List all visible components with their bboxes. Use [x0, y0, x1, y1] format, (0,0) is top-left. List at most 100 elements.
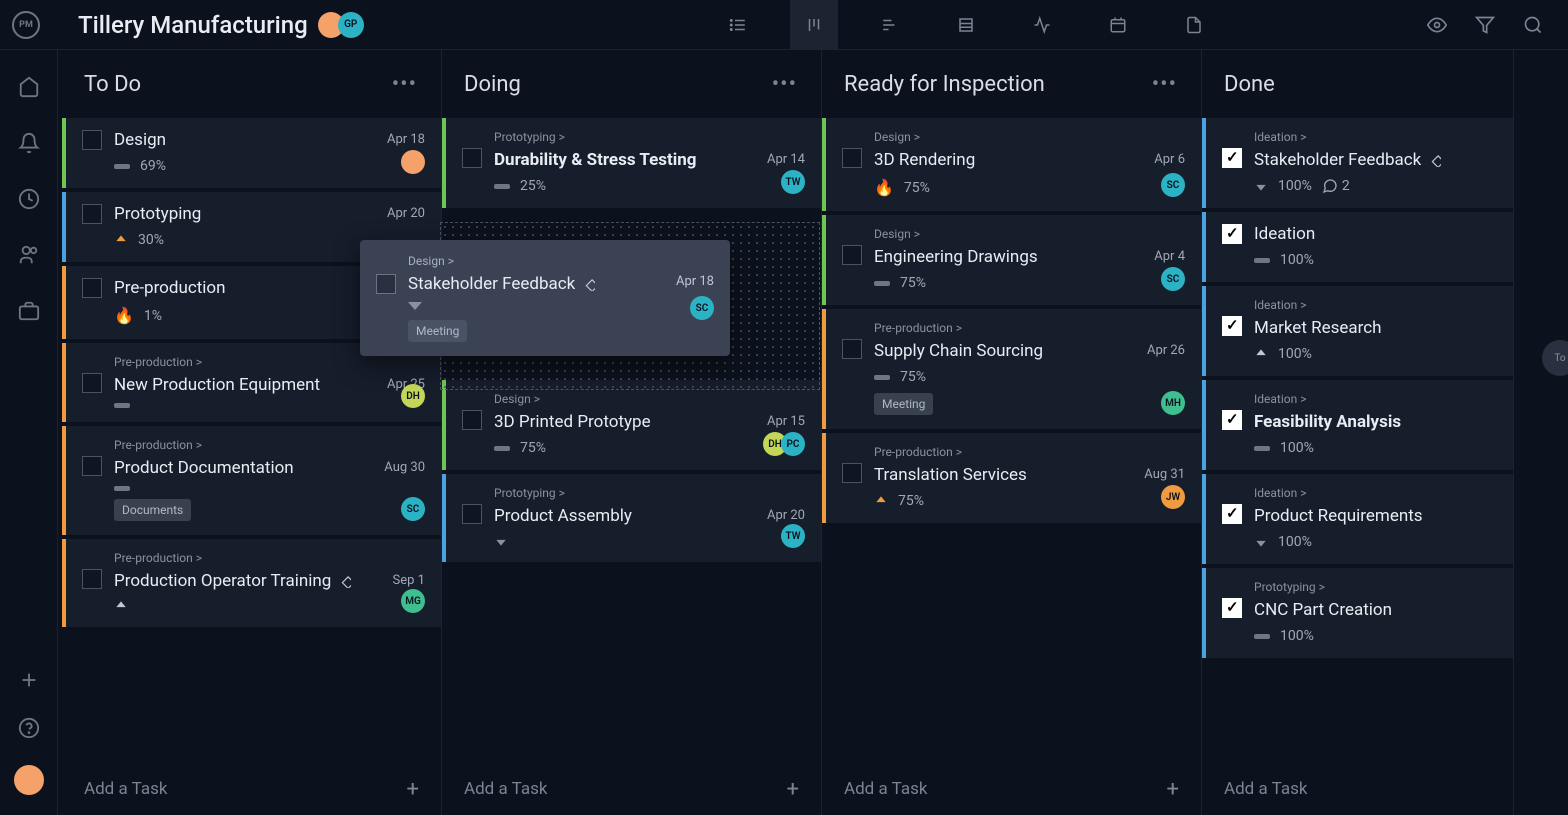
task-meta — [114, 486, 425, 491]
home-icon[interactable] — [18, 76, 40, 98]
activity-view-icon[interactable] — [1018, 0, 1066, 50]
task-checkbox[interactable] — [842, 245, 862, 265]
task-card[interactable]: Ideation 100% — [1202, 212, 1513, 282]
add-task-button[interactable]: Add a Task + — [822, 763, 1201, 815]
task-card[interactable]: Prototyping CNC Part Creation 100% — [1202, 568, 1513, 658]
visibility-icon[interactable] — [1418, 0, 1456, 50]
profile-avatar[interactable] — [14, 765, 44, 795]
comments-count[interactable]: 2 — [1322, 178, 1350, 194]
task-checkbox[interactable] — [462, 410, 482, 430]
task-card[interactable]: Ideation Feasibility Analysis 100% — [1202, 380, 1513, 470]
task-progress: 75% — [900, 369, 926, 385]
progress-indicator — [494, 446, 510, 451]
task-date: Aug 30 — [384, 460, 425, 475]
app-logo[interactable]: PM — [12, 11, 40, 39]
assignee-avatar[interactable]: SC — [1161, 173, 1185, 197]
task-checkbox[interactable] — [1222, 504, 1242, 524]
assignee-avatar[interactable] — [401, 150, 425, 174]
priority-high-icon — [114, 233, 128, 247]
team-icon[interactable] — [18, 244, 40, 266]
gantt-view-icon[interactable] — [866, 0, 914, 50]
task-assignees: SC — [407, 497, 425, 521]
notifications-icon[interactable] — [18, 132, 40, 154]
project-members[interactable]: GP — [324, 12, 364, 38]
task-checkbox[interactable] — [82, 204, 102, 224]
task-checkbox[interactable] — [462, 504, 482, 524]
assignee-avatar[interactable]: MH — [1161, 391, 1185, 415]
task-checkbox[interactable] — [82, 373, 102, 393]
task-assignees: SC — [1167, 267, 1185, 291]
task-checkbox[interactable] — [82, 130, 102, 150]
task-card[interactable]: Pre-production Supply Chain Sourcing Apr… — [822, 309, 1201, 429]
board-view-icon[interactable] — [790, 0, 838, 50]
add-task-button[interactable]: Add a Task + — [442, 763, 821, 815]
task-meta: 100% — [1254, 534, 1497, 550]
task-meta: 25% — [494, 178, 805, 194]
assignee-avatar[interactable]: SC — [401, 497, 425, 521]
task-checkbox[interactable] — [1222, 598, 1242, 618]
filter-icon[interactable] — [1466, 0, 1504, 50]
task-name-text: 3D Printed Prototype — [494, 412, 651, 432]
task-meta: 100% — [1254, 628, 1497, 644]
task-checkbox[interactable] — [462, 148, 482, 168]
assignee-avatar[interactable]: TW — [781, 524, 805, 548]
assignee-avatar[interactable]: SC — [1161, 267, 1185, 291]
task-date: Apr 20 — [387, 206, 425, 221]
task-meta: 75% — [874, 275, 1185, 291]
task-card[interactable]: Pre-production Production Operator Train… — [62, 539, 441, 627]
assignee-avatar[interactable]: DH — [401, 384, 425, 408]
task-checkbox[interactable] — [842, 339, 862, 359]
task-checkbox[interactable] — [376, 274, 396, 294]
task-card[interactable]: Pre-production Translation Services Aug … — [822, 433, 1201, 523]
task-checkbox[interactable] — [1222, 224, 1242, 244]
top-right-actions — [1418, 0, 1552, 50]
top-bar: PM Tillery Manufacturing GP — [0, 0, 1568, 50]
column-menu-icon[interactable]: ••• — [392, 72, 417, 97]
task-checkbox[interactable] — [1222, 148, 1242, 168]
assignee-avatar[interactable]: PC — [781, 432, 805, 456]
recent-icon[interactable] — [18, 188, 40, 210]
task-card[interactable]: Ideation Market Research 100% — [1202, 286, 1513, 376]
add-icon[interactable] — [18, 669, 40, 691]
task-date: Apr 18 — [676, 274, 714, 289]
portfolio-icon[interactable] — [18, 300, 40, 322]
task-card[interactable]: Design 3D Printed Prototype Apr 15 75% D… — [442, 380, 821, 470]
column-menu-icon[interactable]: ••• — [1152, 72, 1177, 97]
assignee-avatar[interactable]: JW — [1161, 485, 1185, 509]
calendar-view-icon[interactable] — [1094, 0, 1142, 50]
dragging-card[interactable]: Design Stakeholder Feedback Apr 18 SC Me… — [360, 240, 730, 356]
files-view-icon[interactable] — [1170, 0, 1218, 50]
task-checkbox[interactable] — [1222, 410, 1242, 430]
task-card[interactable]: Ideation Stakeholder Feedback 100% 2 — [1202, 118, 1513, 208]
assignee-avatar[interactable]: MG — [401, 589, 425, 613]
add-task-button[interactable]: Add a Task — [1202, 763, 1513, 815]
task-checkbox[interactable] — [842, 463, 862, 483]
task-checkbox[interactable] — [82, 456, 102, 476]
task-name: Engineering Drawings — [874, 247, 1185, 267]
member-avatar[interactable]: GP — [338, 12, 364, 38]
column-title: Done — [1224, 72, 1275, 97]
task-checkbox[interactable] — [82, 278, 102, 298]
add-task-button[interactable]: Add a Task + — [62, 763, 441, 815]
task-card[interactable]: Design Engineering Drawings Apr 4 75% SC — [822, 215, 1201, 305]
search-icon[interactable] — [1514, 0, 1552, 50]
task-card[interactable]: Ideation Product Requirements 100% — [1202, 474, 1513, 564]
task-checkbox[interactable] — [82, 569, 102, 589]
task-assignees: SC — [1167, 173, 1185, 197]
assignee-avatar[interactable]: TW — [781, 170, 805, 194]
priority-icon — [1254, 347, 1268, 361]
task-card[interactable]: Prototyping Product Assembly Apr 20 TW — [442, 474, 821, 562]
task-card[interactable]: Pre-production Product Documentation Aug… — [62, 426, 441, 535]
task-card[interactable]: Design Apr 18 69% — [62, 118, 441, 188]
task-checkbox[interactable] — [842, 148, 862, 168]
task-meta: 100% — [1254, 440, 1497, 456]
assignee-avatar[interactable]: SC — [690, 296, 714, 320]
column-menu-icon[interactable]: ••• — [772, 72, 797, 97]
sheet-view-icon[interactable] — [942, 0, 990, 50]
help-icon[interactable] — [18, 717, 40, 739]
task-progress: 75% — [904, 180, 930, 196]
task-checkbox[interactable] — [1222, 316, 1242, 336]
task-card[interactable]: Design 3D Rendering Apr 6 🔥 75% SC — [822, 118, 1201, 211]
list-view-icon[interactable] — [714, 0, 762, 50]
task-card[interactable]: Prototyping Durability & Stress Testing … — [442, 118, 821, 208]
